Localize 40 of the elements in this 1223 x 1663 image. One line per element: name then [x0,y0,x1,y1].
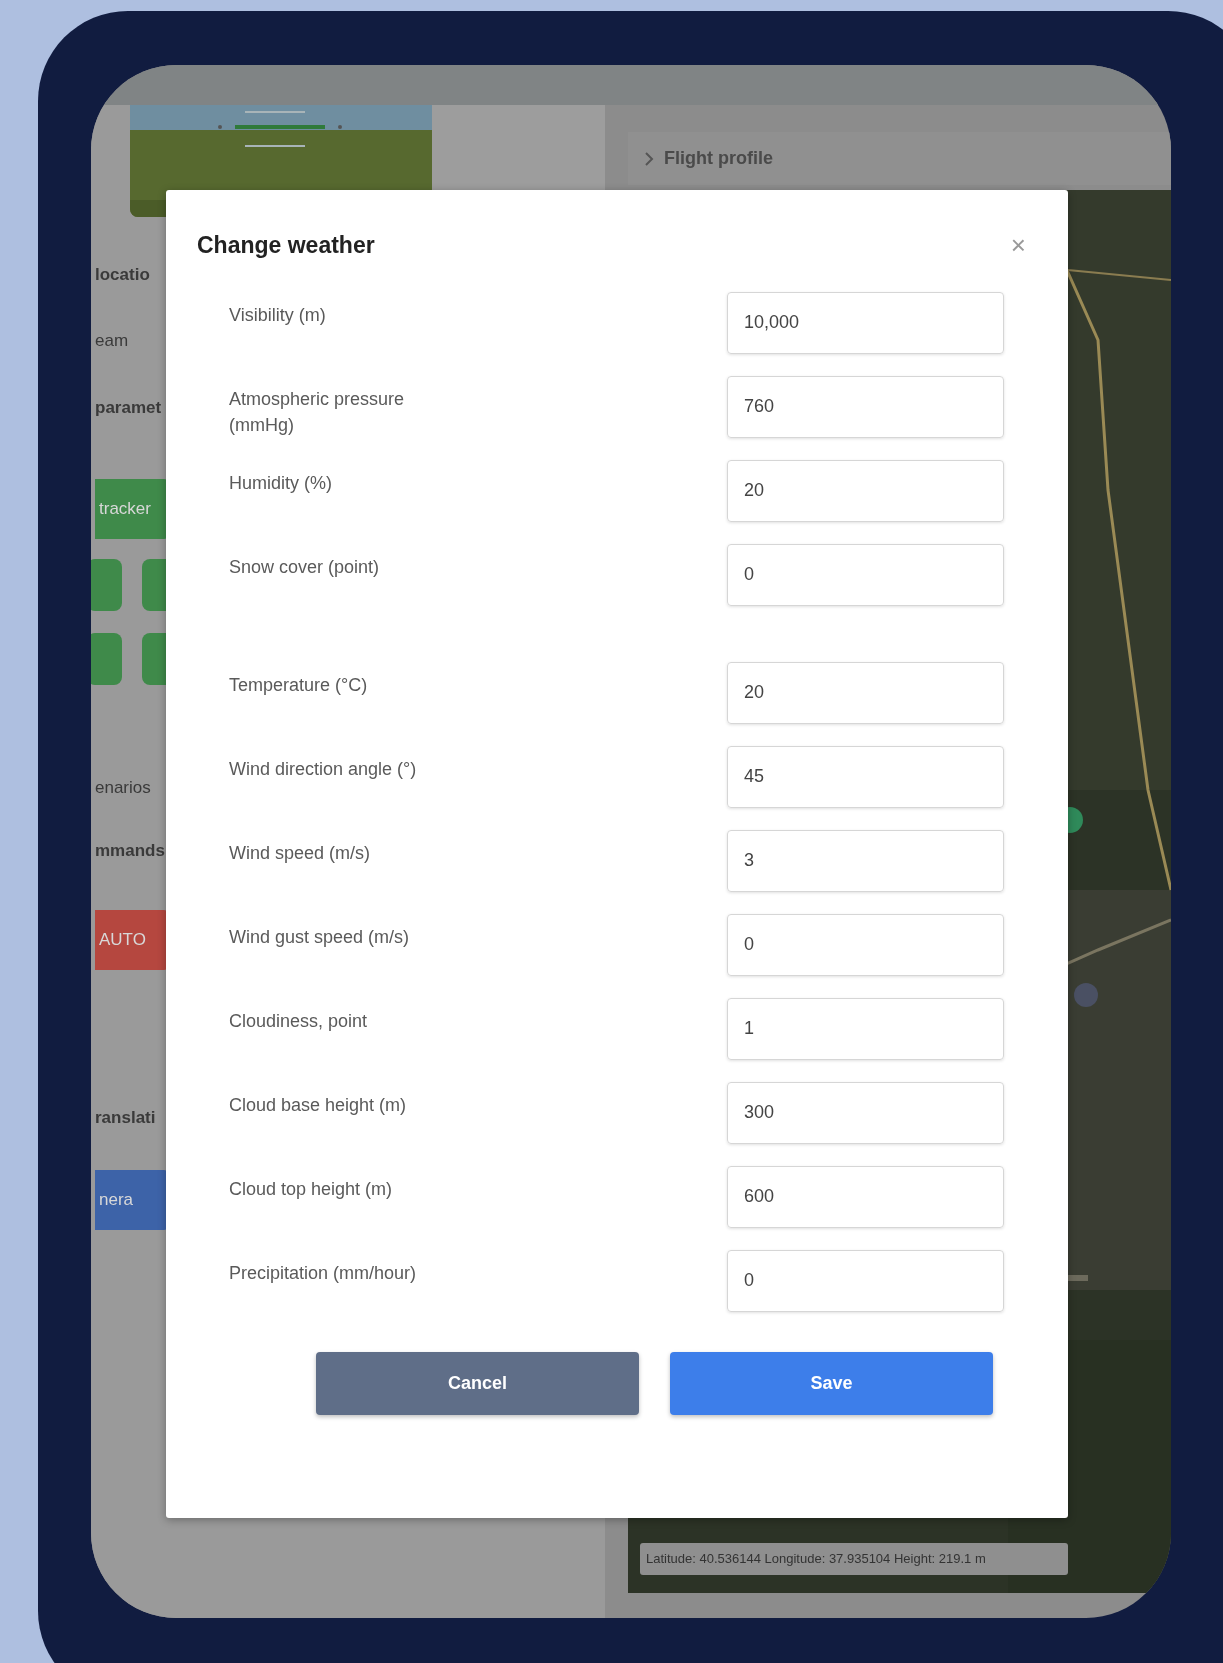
field-label: Atmospheric pressure (mmHg) [229,387,406,437]
input-field[interactable]: 10,000 [727,291,1004,354]
input-field[interactable]: 0 [727,543,1004,606]
input-field[interactable]: 20 [727,661,1004,724]
save-button[interactable]: Save [670,1351,993,1415]
side-panel-label: mmands [95,840,166,862]
side-panel-tile[interactable] [91,632,123,685]
cancel-button[interactable]: Cancel [316,1351,639,1415]
field-label: Wind direction angle (°) [229,757,418,781]
field-label: Snow cover (point) [229,555,381,579]
side-panel-label: eam [95,329,130,352]
input-field[interactable]: 45 [727,745,1004,808]
field-label: Cloudiness, point [229,1009,369,1033]
field-label: Visibility (m) [229,303,327,327]
input-field[interactable]: 0 [727,1249,1004,1312]
field-label: Precipitation (mm/hour) [229,1261,418,1285]
side-panel-label: enarios [95,776,152,799]
dialog-title: Change weather [197,231,375,260]
side-panel-tile[interactable] [91,558,123,611]
chevron-icon [644,151,654,166]
section-title: Flight profile [664,147,773,170]
side-panel-label: locatio [95,264,151,286]
side-panel-label: paramet [95,397,163,419]
input-field[interactable]: 300 [727,1081,1004,1144]
field-label: Temperature (°C) [229,673,369,697]
coordinates-bar: Latitude: 40.536144 Longitude: 37.935104 Height: 219.1 m [640,1543,1068,1575]
field-label: Wind speed (m/s) [229,841,372,865]
input-field[interactable]: 760 [727,375,1004,438]
field-label: Wind gust speed (m/s) [229,925,411,949]
input-field[interactable]: 20 [727,459,1004,522]
side-panel-tile[interactable] [142,632,166,685]
input-field[interactable]: 1 [727,997,1004,1060]
input-field[interactable]: 0 [727,913,1004,976]
input-field[interactable]: 3 [727,829,1004,892]
side-panel-tile[interactable] [142,558,166,611]
input-field[interactable]: 600 [727,1165,1004,1228]
field-label: Humidity (%) [229,471,333,495]
field-label: Cloud top height (m) [229,1177,394,1201]
field-label: Cloud base height (m) [229,1093,408,1117]
side-panel-label: ranslati [95,1106,157,1129]
